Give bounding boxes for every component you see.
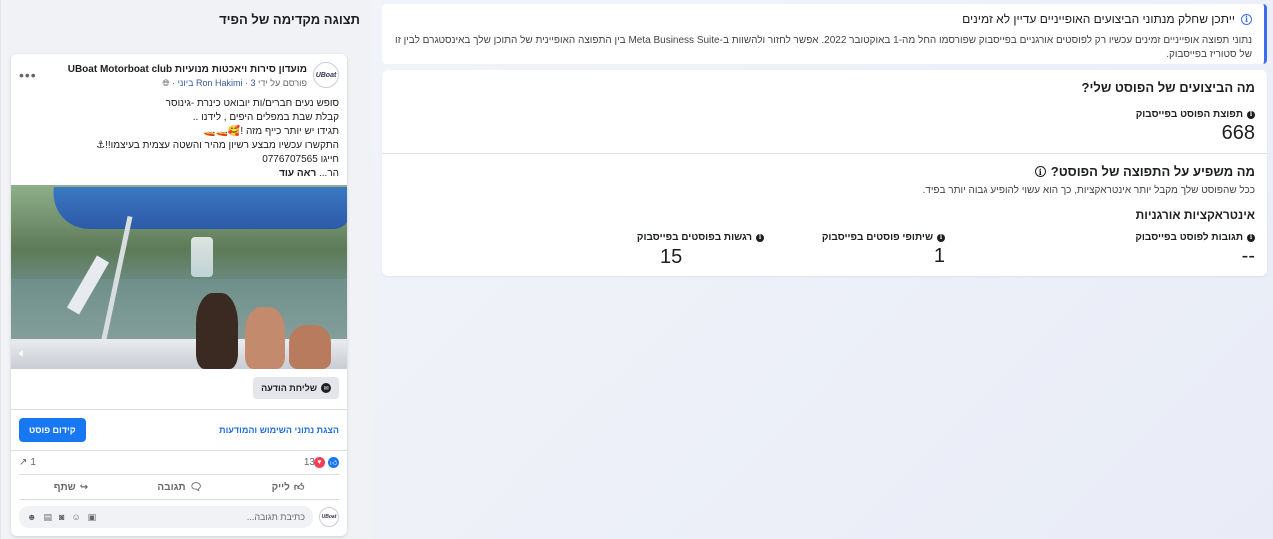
like-reaction-icon: 👍︎ [328, 457, 339, 468]
factors-heading: מה משפיע על התפוצה של הפוסט? [1050, 164, 1255, 179]
data-availability-notice: i ייתכן שחלק מנתוני הביצועים האופייניים … [382, 4, 1267, 64]
see-more-link[interactable]: ראה עוד [279, 168, 316, 179]
info-icon[interactable]: i [937, 233, 945, 242]
mute-icon[interactable]: 🔈︎ [19, 346, 26, 361]
post-video[interactable]: 🔈︎ [11, 185, 347, 369]
person [245, 307, 285, 369]
like-icon: 👍︎ [293, 482, 305, 493]
comment-composer: UBoat כתיבת תגובה... ▣ ☺ ◙ ▤ ☻ [19, 499, 339, 536]
info-icon[interactable]: i [1247, 233, 1255, 242]
comment-input[interactable]: כתיבת תגובה... ▣ ☺ ◙ ▤ ☻ [19, 506, 313, 528]
sticker-icon[interactable]: ▣ [88, 512, 97, 523]
post-text-line: סופש נעים חברים/ות יובואט כינרת -גינוסר [165, 98, 339, 109]
view-insights-link[interactable]: הצגת נתוני השימוש והמודעות [219, 425, 339, 435]
boost-post-button[interactable]: קידום פוסט [19, 418, 86, 442]
boat-canopy [48, 187, 347, 229]
metric-reactions: רגשות בפוסטים בפייסבוק i [564, 232, 764, 243]
post-text-line: חייגו 0776707565 [262, 154, 339, 165]
send-message-button[interactable]: ✉ שליחת הודעה [253, 377, 339, 399]
metric-comments: i תגובות לפוסט בפייסבוק -- [965, 232, 1255, 268]
send-message-label: שליחת הודעה [261, 383, 317, 393]
share-icon: ↪ [79, 481, 89, 493]
post-stats: 👍︎ ♥ 13 1 ↗ [11, 450, 347, 474]
messenger-icon: ✉ [321, 383, 331, 393]
post-text: סופש נעים חברים/ות יובואט כינרת -גינוסר … [19, 97, 339, 181]
notice-title: ייתכן שחלק מנתוני הביצועים האופייניים עד… [962, 12, 1235, 26]
info-icon[interactable]: i [1034, 166, 1046, 177]
person [196, 293, 238, 369]
waterfall [191, 237, 213, 277]
reach-value: 668 [1221, 122, 1255, 144]
info-icon: i [1241, 13, 1252, 25]
post-text-line: תגידו יש יותר כייף מזה !🥰🚤🚤 [203, 126, 339, 137]
post-actions: 👍︎ לייק 🗨︎ תגובה ↪ שתף [19, 474, 339, 499]
emoji-icon[interactable]: ☺ [71, 512, 80, 523]
metric-value: 15 [660, 246, 683, 268]
camera-icon[interactable]: ◙ [59, 512, 64, 523]
post-insights-card: מה הביצועים של הפוסט שלי? i תפוצת הפוסט … [382, 70, 1267, 276]
love-reaction-icon: ♥ [314, 457, 325, 468]
info-icon[interactable]: i [1247, 110, 1255, 119]
page-name[interactable]: מועדון סירות ויאכטות מנועיות UBoat Motor… [68, 64, 307, 75]
insights-panel: i ייתכן שחלק מנתוני הביצועים האופייניים … [382, 4, 1267, 276]
user-avatar: UBoat [319, 507, 339, 527]
like-button[interactable]: 👍︎ לייק [271, 481, 305, 494]
post-text-line: קבלת שבת במפלים היפים , לידנו .. [192, 112, 339, 123]
comment-label: תגובה [157, 481, 186, 493]
metric-label: רגשות בפוסטים בפייסבוק [636, 232, 752, 243]
person [289, 325, 331, 369]
post-text-truncated: הר... [318, 168, 339, 179]
reactions-summary[interactable]: 👍︎ ♥ 13 [304, 457, 339, 468]
post-text-line: התקשרו עכשיו מבצע רשיון מהיר והשטה עצמית… [96, 140, 339, 151]
performance-section: מה הביצועים של הפוסט שלי? i תפוצת הפוסט … [382, 70, 1267, 153]
reactions-count: 13 [303, 457, 315, 468]
metric-label: תגובות לפוסט בפייסבוק [1135, 232, 1243, 243]
info-icon[interactable]: i [756, 233, 764, 242]
globe-icon: 🌐︎ [162, 78, 170, 88]
feed-preview-title: תצוגה מקדימה של הפיד [219, 12, 360, 27]
metric-label: שיתופי פוסטים בפייסבוק [821, 232, 933, 243]
factors-subtitle: ככל שהפוסט שלך מקבל יותר אינטראקציות, כך… [922, 185, 1256, 196]
performance-heading: מה הביצועים של הפוסט שלי? [1081, 80, 1255, 95]
share-button[interactable]: ↪ שתף [54, 481, 88, 493]
more-options-icon[interactable]: ••• [19, 68, 37, 82]
post-byline: פורסם על ידי Ron Hakimi · 3 ביוני · 🌐︎ [162, 78, 307, 88]
comment-placeholder: כתיבת תגובה... [246, 512, 305, 522]
comment-button[interactable]: 🗨︎ תגובה [157, 481, 202, 493]
interactions-heading: אינטראקציות אורגניות [1135, 208, 1255, 222]
reach-label: תפוצת הפוסט בפייסבוק [1135, 109, 1243, 120]
notice-body: נתוני תפוצה אופייניים זמינים עכשיו רק לפ… [395, 35, 1252, 60]
author-link[interactable]: Ron Hakimi [196, 78, 243, 88]
share-label: שתף [53, 481, 76, 493]
share-icon: ↗ [19, 457, 28, 468]
page-avatar[interactable]: UBoat [313, 62, 339, 88]
post-preview: UBoat מועדון סירות ויאכטות מנועיות UBoat… [11, 54, 347, 536]
comment-icon: 🗨︎ [189, 481, 203, 493]
like-label: לייק [271, 481, 290, 493]
feed-preview-panel: תצוגה מקדימה של הפיד UBoat מועדון סירות … [0, 0, 372, 539]
gif-icon[interactable]: ▤ [43, 512, 52, 523]
promotion-row: הצגת נתוני השימוש והמודעות קידום פוסט [11, 409, 347, 450]
byline-prefix: פורסם על ידי [258, 78, 307, 88]
metric-value: -- [1241, 245, 1255, 267]
shares-summary[interactable]: 1 ↗ [19, 457, 36, 468]
shares-count: 1 [30, 457, 36, 468]
metric-value: 1 [933, 245, 945, 267]
factors-section: מה משפיע על התפוצה של הפוסט? i ככל שהפוס… [382, 153, 1267, 276]
avatar-sticker-icon[interactable]: ☻ [27, 512, 36, 523]
